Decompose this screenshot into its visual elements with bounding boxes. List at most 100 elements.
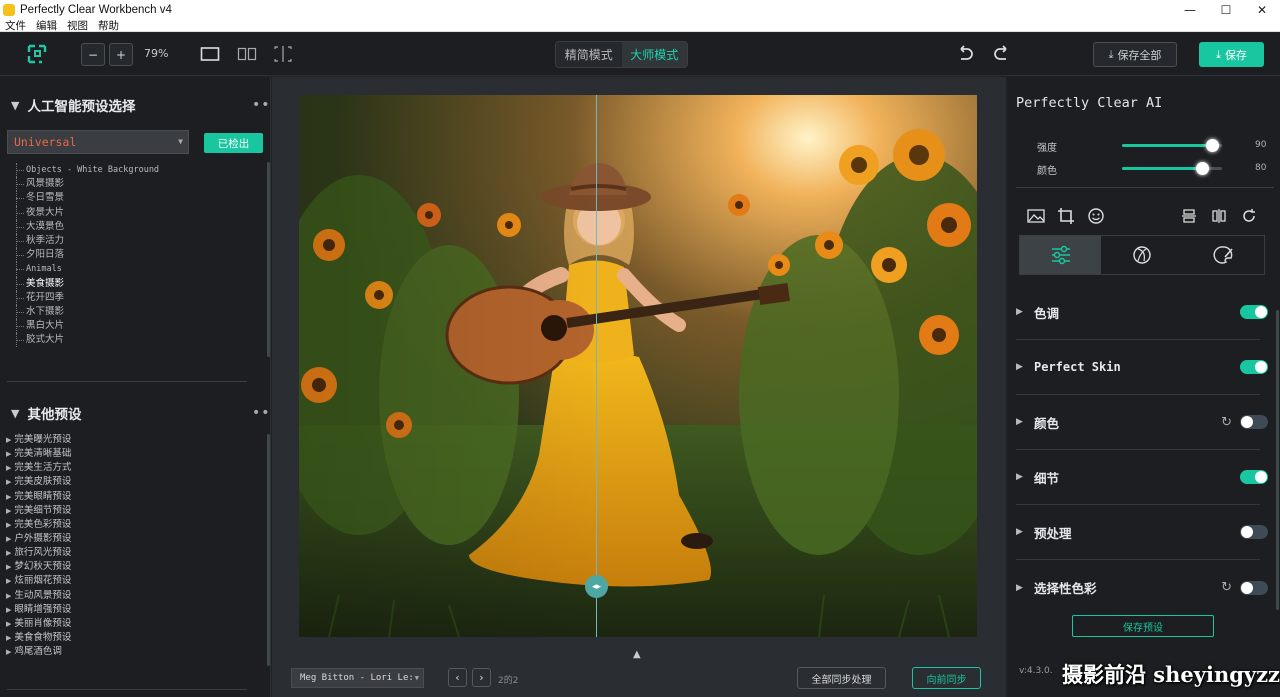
list-item[interactable]: ▶ 完美色彩预设 [6,518,71,532]
list-item[interactable]: ▶ 户外摄影预设 [6,532,71,546]
single-view-icon[interactable] [200,45,220,63]
caret-up-icon[interactable]: ▲ [633,649,641,660]
photo-preview[interactable] [299,95,977,637]
strength-slider[interactable] [1122,139,1222,152]
redo-icon[interactable] [992,44,1012,64]
list-item[interactable]: ▶ 眼睛增强预设 [6,603,71,617]
tree-item[interactable]: 美食摄影 [14,276,254,291]
tab-looks[interactable] [1183,236,1264,274]
adjustment-tone[interactable]: ▶ 色调 [1016,285,1268,340]
expand-icon: ▶ [6,436,12,444]
save-preset-button[interactable]: 保存预设 [1072,615,1214,637]
scrollbar[interactable] [267,434,270,666]
split-view-icon[interactable] [273,45,293,63]
toggle-switch[interactable] [1240,415,1268,429]
slider-fill [1122,167,1202,170]
tree-item[interactable]: Animals [14,262,254,277]
save-button[interactable]: ⤓ 保存 [1199,42,1264,67]
list-item[interactable]: ▶ 完美细节预设 [6,504,71,518]
tree-item[interactable]: 风景摄影 [14,177,254,192]
slider-knob[interactable] [1196,162,1209,175]
reset-icon[interactable]: ↻ [1221,580,1232,595]
crop-icon[interactable] [1056,207,1076,225]
next-image-button[interactable]: › [472,668,491,687]
master-mode-tab[interactable]: 大师模式 [621,42,687,67]
tree-item[interactable]: 冬日雪景 [14,191,254,206]
divider [1016,187,1274,188]
adjustment-selective-color[interactable]: ▶ 选择性色彩 ↻ [1016,560,1268,615]
menu-edit[interactable]: 编辑 [36,18,57,33]
menu-file[interactable]: 文件 [5,18,26,33]
list-item[interactable]: ▶ 美食食物预设 [6,631,71,645]
list-item[interactable]: ▶ 美丽肖像预设 [6,617,71,631]
undo-icon[interactable] [955,44,975,64]
reset-icon[interactable]: ↻ [1221,415,1232,430]
simple-mode-tab[interactable]: 精简模式 [556,42,622,67]
tree-item[interactable]: 水下摄影 [14,304,254,320]
minimize-button[interactable]: — [1172,0,1208,19]
image-icon[interactable] [1026,207,1046,225]
window-controls: — ☐ ✕ [1172,0,1280,19]
image-dropdown[interactable]: Meg Bitton - Lori Le: ▼ [291,668,424,688]
adjustment-preprocess[interactable]: ▶ 预处理 [1016,505,1268,560]
expand-icon: ▶ [1016,307,1023,317]
zoom-in-button[interactable]: + [109,43,133,66]
color-value: 80 [1255,163,1267,173]
tab-creative[interactable] [1101,236,1182,274]
color-slider[interactable] [1122,162,1222,175]
toggle-switch[interactable] [1240,525,1268,539]
other-presets-header[interactable]: ▼ 其他预设 [11,403,81,424]
tree-item[interactable]: 大漠景色 [14,219,254,235]
flip-horizontal-icon[interactable] [1209,207,1229,225]
face-icon[interactable] [1086,207,1106,225]
toggle-switch[interactable] [1240,360,1268,374]
list-item[interactable]: ▶ 完美皮肤预设 [6,475,71,489]
tree-item[interactable]: 花开四季 [14,290,254,306]
list-item[interactable]: ▶ 生动风景预设 [6,589,71,603]
tree-item[interactable]: 夕阳日落 [14,248,254,263]
split-drag-handle[interactable]: ◂▸ [585,575,608,598]
toggle-switch[interactable] [1240,580,1268,595]
list-item[interactable]: ▶ 鸡尾酒色调 [6,645,71,659]
preset-dropdown[interactable]: Universal ▼ [7,130,189,154]
save-all-button[interactable]: ⤓ 保存全部 [1093,42,1177,67]
tree-item[interactable]: 胶式大片 [14,333,254,348]
app-brand-icon [27,44,47,64]
list-item[interactable]: ▶ 完美眼睛预设 [6,490,71,504]
detected-button[interactable]: 已检出 [204,133,263,153]
list-item[interactable]: ▶ 旅行风光预设 [6,546,71,560]
flip-vertical-icon[interactable] [1179,207,1199,225]
zoom-out-button[interactable]: − [81,43,105,66]
toggle-switch[interactable] [1240,305,1268,319]
adjustment-perfect-skin[interactable]: ▶ Perfect Skin [1016,340,1268,395]
tree-item[interactable]: 黑白大片 [14,319,254,334]
adjustment-color[interactable]: ▶ 颜色 ↻ [1016,395,1268,450]
sync-previous-button[interactable]: 向前同步 [912,667,981,689]
split-line[interactable] [596,95,597,637]
maximize-button[interactable]: ☐ [1208,0,1244,19]
scrollbar[interactable] [1276,310,1279,610]
ai-preset-header[interactable]: ▼ 人工智能预设选择 [11,95,135,116]
side-by-side-view-icon[interactable] [237,45,257,63]
close-button[interactable]: ✕ [1244,0,1280,19]
rotate-icon[interactable] [1239,207,1259,225]
sync-all-button[interactable]: 全部同步处理 [797,667,886,689]
menu-view[interactable]: 视图 [67,18,88,33]
slider-knob[interactable] [1206,139,1219,152]
scrollbar[interactable] [267,162,270,357]
adjustment-detail[interactable]: ▶ 细节 [1016,450,1268,505]
prev-image-button[interactable]: ‹ [448,668,467,687]
list-item[interactable]: ▶ 炫丽烟花预设 [6,574,71,588]
list-item[interactable]: ▶ 完美生活方式 [6,461,71,475]
menu-help[interactable]: 帮助 [98,18,119,33]
list-item[interactable]: ▶ 完美曝光预设 [6,433,71,447]
tree-item[interactable]: 夜景大片 [14,205,254,220]
list-item[interactable]: ▶ 完美清晰基础 [6,447,71,461]
tree-item[interactable]: Objects - White Background [14,163,254,178]
download-icon: ⤓ [1216,47,1221,61]
tree-item[interactable]: 秋季活力 [14,233,254,249]
chevron-down-icon: ▼ [414,674,419,682]
list-item[interactable]: ▶ 梦幻秋天预设 [6,560,71,574]
toggle-switch[interactable] [1240,470,1268,484]
tab-adjustments[interactable] [1020,236,1102,274]
